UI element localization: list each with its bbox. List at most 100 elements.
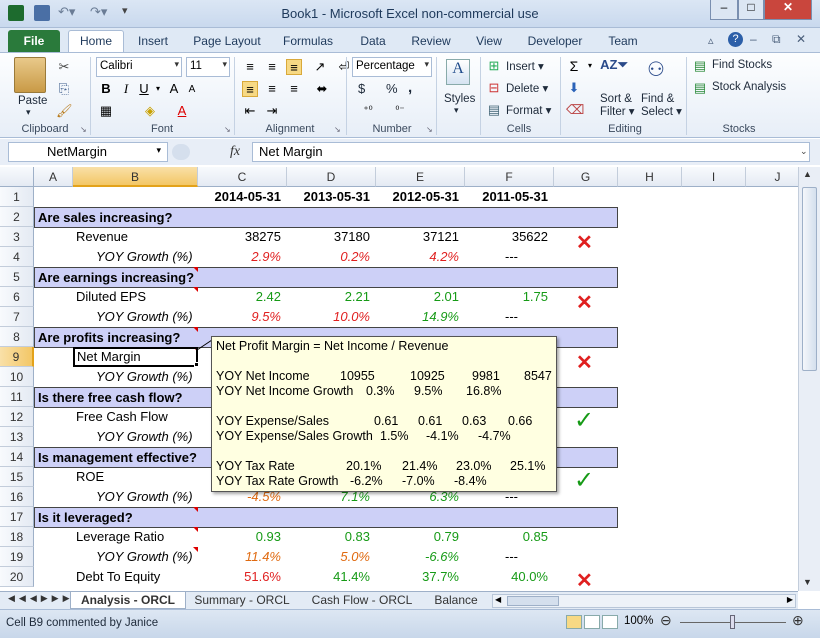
alignment-launcher-icon[interactable]: ↘: [334, 125, 341, 134]
fill-color-icon[interactable]: ◈: [142, 103, 158, 119]
column-header-f[interactable]: F: [465, 167, 554, 187]
value-cell[interactable]: 0.2%: [287, 247, 376, 267]
cut-icon[interactable]: ✂: [56, 59, 72, 75]
expand-formula-bar-icon[interactable]: ⌄: [800, 146, 808, 157]
sort-filter-button[interactable]: Sort & Filter ▾: [600, 93, 635, 119]
font-size-combo[interactable]: 11 ▾: [186, 57, 230, 77]
align-bottom-icon[interactable]: ≡: [286, 59, 302, 75]
copy-icon[interactable]: ⎘: [56, 81, 72, 97]
row-header[interactable]: 8: [0, 327, 34, 347]
value-cell[interactable]: 14.9%: [376, 307, 465, 327]
insert-cells-icon[interactable]: ⊞: [486, 58, 502, 74]
metric-label[interactable]: Diluted EPS: [76, 287, 146, 307]
value-cell[interactable]: 1.75: [465, 287, 554, 307]
decrease-decimal-icon[interactable]: ⁰⁻: [392, 103, 408, 119]
sheet-nav-arrows-icon[interactable]: ◀◀◀▶▶▶: [8, 593, 74, 604]
row-header[interactable]: 6: [0, 287, 34, 307]
binoculars-icon[interactable]: ⚇: [642, 57, 670, 87]
tab-view[interactable]: View: [468, 32, 510, 52]
zoom-in-icon[interactable]: ⊕: [792, 612, 804, 629]
value-cell[interactable]: -6.6%: [376, 547, 465, 567]
sheet-tab-analysis[interactable]: Analysis - ORCL: [70, 592, 186, 609]
zoom-slider-handle[interactable]: [730, 615, 735, 629]
row-header[interactable]: 20: [0, 567, 34, 587]
metric-label[interactable]: Debt To Equity: [76, 567, 160, 587]
paste-icon[interactable]: [14, 57, 46, 93]
metric-label[interactable]: Revenue: [76, 227, 128, 247]
metric-label[interactable]: ROE: [76, 467, 104, 487]
name-box[interactable]: NetMargin ▾: [8, 142, 168, 162]
row-header[interactable]: 7: [0, 307, 34, 327]
borders-icon[interactable]: ▦: [98, 103, 114, 119]
value-cell[interactable]: 38275: [198, 227, 287, 247]
date-header-cell[interactable]: 2011-05-31: [465, 187, 554, 207]
metric-label[interactable]: Free Cash Flow: [76, 407, 168, 427]
stock-analysis-icon[interactable]: ▤: [692, 80, 708, 96]
font-color-icon[interactable]: A: [174, 103, 190, 119]
row-header[interactable]: 3: [0, 227, 34, 247]
growth-label[interactable]: YOY Growth (%): [96, 307, 193, 327]
row-header[interactable]: 10: [0, 367, 34, 387]
number-launcher-icon[interactable]: ↘: [426, 125, 433, 134]
tab-review[interactable]: Review: [404, 32, 458, 52]
row-header[interactable]: 15: [0, 467, 34, 487]
find-select-button[interactable]: Find & Select ▾: [641, 93, 682, 119]
row-header[interactable]: 2: [0, 207, 34, 227]
value-cell[interactable]: ---: [465, 547, 554, 567]
close-button[interactable]: ✕: [764, 0, 812, 20]
scroll-right-icon[interactable]: ▶: [787, 595, 793, 604]
scroll-up-icon[interactable]: ▲: [803, 169, 812, 179]
number-format-combo[interactable]: Percentage ▾: [352, 57, 432, 77]
sheet-tab-summary[interactable]: Summary - ORCL: [188, 592, 296, 609]
column-header-j[interactable]: J: [746, 167, 798, 187]
underline-dropdown-icon[interactable]: ▾: [150, 81, 166, 97]
format-cells-icon[interactable]: ▤: [486, 102, 502, 118]
clipboard-launcher-icon[interactable]: ↘: [80, 125, 87, 134]
column-header-d[interactable]: D: [287, 167, 376, 187]
column-header-g[interactable]: G: [554, 167, 618, 187]
clear-icon[interactable]: ⌫: [566, 102, 584, 118]
row-header[interactable]: 9: [0, 347, 34, 367]
stock-analysis-button[interactable]: Stock Analysis: [712, 81, 786, 93]
comma-button[interactable]: ,: [408, 79, 412, 96]
tab-team[interactable]: Team: [600, 32, 646, 52]
row-header[interactable]: 4: [0, 247, 34, 267]
section-header-row[interactable]: Is it leveraged?: [34, 507, 618, 528]
minimize-button[interactable]: –: [710, 0, 738, 20]
date-header-cell[interactable]: 2013-05-31: [287, 187, 376, 207]
row-header[interactable]: 17: [0, 507, 34, 527]
value-cell[interactable]: 2.42: [198, 287, 287, 307]
align-center-icon[interactable]: ≡: [264, 81, 280, 97]
find-stocks-button[interactable]: Find Stocks: [712, 59, 772, 71]
row-header[interactable]: 14: [0, 447, 34, 467]
maximize-button[interactable]: □: [738, 0, 764, 20]
increase-decimal-icon[interactable]: ⁺⁰: [360, 103, 376, 119]
tab-developer[interactable]: Developer: [522, 32, 588, 52]
value-cell[interactable]: 0.93: [198, 527, 287, 547]
row-header[interactable]: 12: [0, 407, 34, 427]
value-cell[interactable]: ---: [465, 247, 554, 267]
align-middle-icon[interactable]: ≡: [264, 59, 280, 75]
value-cell[interactable]: ---: [465, 307, 554, 327]
growth-label[interactable]: YOY Growth (%): [96, 547, 193, 567]
tab-home[interactable]: Home: [68, 30, 124, 53]
h-scroll-thumb[interactable]: [507, 596, 559, 606]
scroll-down-icon[interactable]: ▼: [803, 577, 812, 587]
row-header[interactable]: 5: [0, 267, 34, 287]
horizontal-scrollbar[interactable]: ◀ ▶: [492, 594, 796, 608]
section-header-row[interactable]: Are sales increasing?: [34, 207, 618, 228]
value-cell[interactable]: 2.01: [376, 287, 465, 307]
column-header-b[interactable]: B: [73, 167, 198, 187]
currency-button[interactable]: $: [358, 81, 365, 96]
align-right-icon[interactable]: ≡: [286, 81, 302, 97]
growth-label[interactable]: YOY Growth (%): [96, 427, 193, 447]
value-cell[interactable]: 0.83: [287, 527, 376, 547]
value-cell[interactable]: 41.4%: [287, 567, 376, 587]
value-cell[interactable]: 40.0%: [465, 567, 554, 587]
autosum-dropdown-icon[interactable]: ▾: [582, 58, 598, 74]
format-button[interactable]: Format ▾: [506, 103, 551, 117]
value-cell[interactable]: 4.2%: [376, 247, 465, 267]
row-header[interactable]: 13: [0, 427, 34, 447]
normal-view-icon[interactable]: [566, 615, 582, 629]
scroll-thumb[interactable]: [802, 187, 817, 371]
